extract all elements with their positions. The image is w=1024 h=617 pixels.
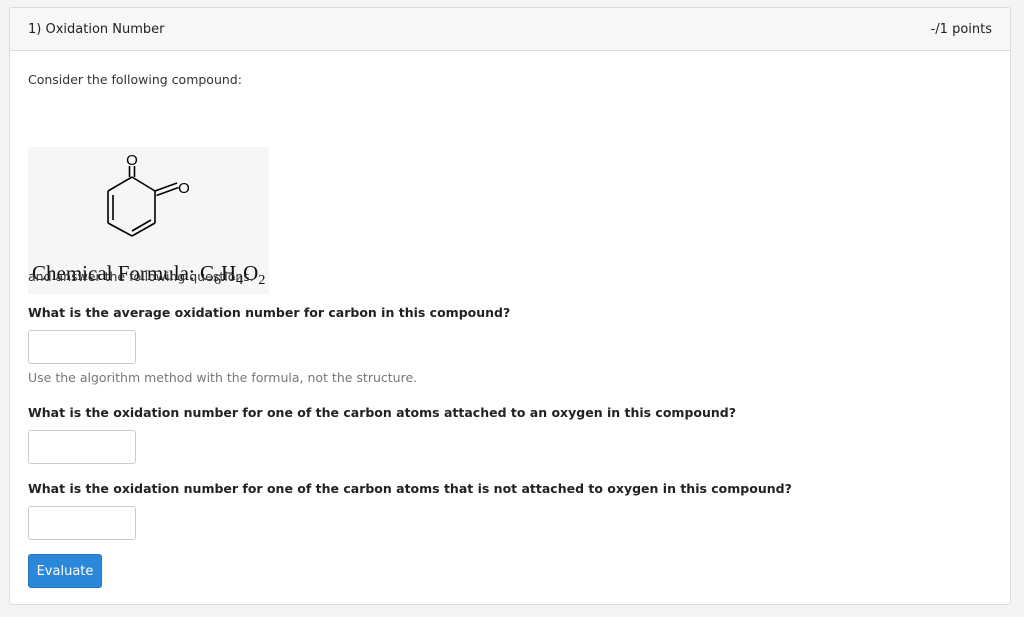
- answer-input-1[interactable]: [28, 330, 136, 364]
- answer-input-3[interactable]: [28, 506, 136, 540]
- question-1: What is the average oxidation number for…: [28, 305, 511, 320]
- intro-text: Consider the following compound:: [28, 72, 242, 87]
- question-2: What is the oxidation number for one of …: [28, 405, 736, 420]
- hint-text: Use the algorithm method with the formul…: [28, 370, 418, 385]
- answer-input-2[interactable]: [28, 430, 136, 464]
- benzoquinone-structure-icon: O O: [107, 152, 190, 237]
- question-3: What is the oxidation number for one of …: [28, 481, 792, 496]
- points-label: -/1 points: [930, 21, 992, 37]
- card-header: 1) Oxidation Number -/1 points: [10, 8, 1010, 51]
- question-card: 1) Oxidation Number -/1 points Consider …: [9, 7, 1011, 605]
- svg-text:O: O: [126, 152, 138, 169]
- question-title: 1) Oxidation Number: [28, 21, 165, 37]
- evaluate-button[interactable]: Evaluate: [28, 554, 102, 588]
- follow-up-text: and answer the following questions.: [28, 269, 254, 284]
- svg-text:O: O: [178, 180, 190, 197]
